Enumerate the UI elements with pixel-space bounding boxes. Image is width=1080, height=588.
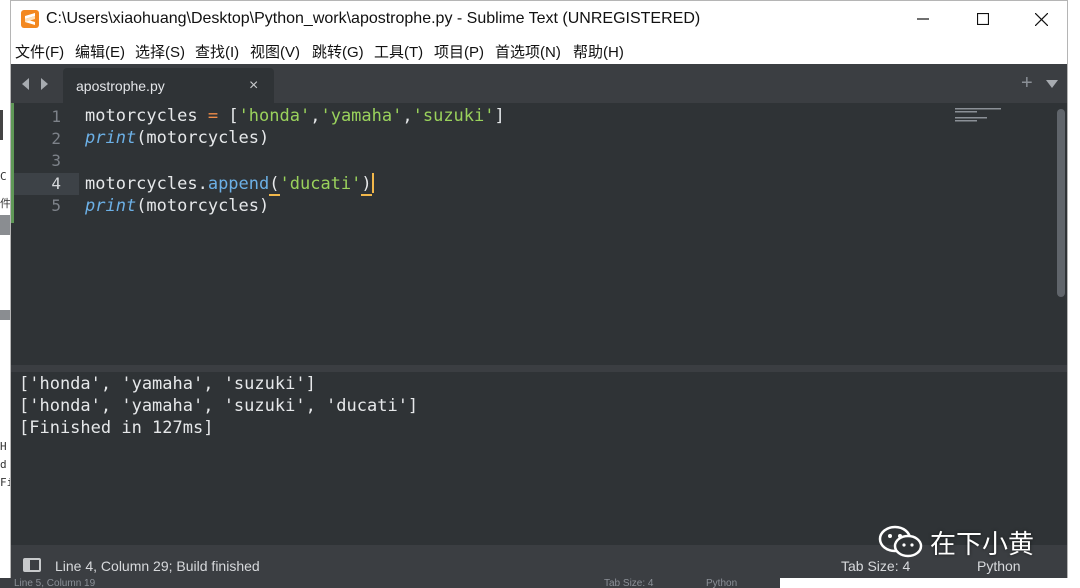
tab-nav-icon [22, 78, 48, 90]
sublime-window: C:\Users\xiaohuang\Desktop\Python_work\a… [10, 0, 1068, 578]
output-line: ['honda', 'yamaha', 'suzuki'] [19, 374, 316, 394]
code-token: print [85, 128, 137, 148]
code-token: 'yamaha' [320, 106, 403, 126]
code-token: motorcycles [85, 106, 208, 126]
menu-view[interactable]: 视图(V) [250, 41, 300, 62]
tab-bar: apostrophe.py × + [11, 64, 1067, 103]
code-line-1: motorcycles = ['honda','yamaha','suzuki'… [85, 106, 505, 126]
menu-help[interactable]: 帮助(H) [573, 41, 624, 62]
code-token: 'ducati' [279, 174, 362, 194]
code-token: motorcycles. [85, 174, 208, 194]
close-icon [1034, 12, 1048, 26]
panel-divider[interactable] [11, 365, 1067, 372]
background-status-tabsize: Tab Size: 4 [604, 578, 654, 588]
tab-close-icon[interactable]: × [249, 77, 258, 95]
tab-label: apostrophe.py [76, 78, 165, 94]
watermark-text: 在下小黄 [930, 530, 1035, 560]
code-token: print [85, 196, 137, 216]
line-number: 3 [51, 151, 61, 170]
line-number-active: 4 [51, 174, 61, 193]
show-panel-icon[interactable] [23, 558, 41, 572]
menu-preferences[interactable]: 首选项(N) [495, 41, 561, 62]
code-line-4: motorcycles.append('ducati') [85, 173, 374, 196]
window-title: C:\Users\xiaohuang\Desktop\Python_work\a… [46, 10, 701, 27]
editor-scrollbar[interactable] [1057, 109, 1065, 297]
tab-nav-arrows[interactable] [19, 76, 55, 92]
title-bar[interactable]: C:\Users\xiaohuang\Desktop\Python_work\a… [11, 1, 1067, 37]
status-position: Line 4, Column 29; Build finished [55, 558, 260, 574]
menu-find[interactable]: 查找(I) [195, 41, 239, 62]
background-status-position: Line 5, Column 19 [14, 578, 96, 588]
code-token: ] [494, 106, 505, 126]
minimap[interactable] [955, 107, 1015, 127]
background-status-syntax: Python [706, 578, 738, 588]
status-tab-size[interactable]: Tab Size: 4 [841, 558, 910, 574]
code-token: , [310, 106, 321, 126]
close-button[interactable] [1013, 1, 1069, 37]
menu-file[interactable]: 文件(F) [15, 41, 64, 62]
code-token: 'honda' [238, 106, 311, 126]
code-line-2: print(motorcycles) [85, 128, 269, 148]
text-cursor [371, 173, 374, 193]
tab-apostrophe[interactable]: apostrophe.py × [63, 68, 274, 103]
sublime-text-icon [21, 10, 39, 28]
tab-menu-chevron-icon[interactable] [1046, 76, 1058, 94]
menu-selection[interactable]: 选择(S) [135, 41, 185, 62]
code-line-5: print(motorcycles) [85, 196, 269, 216]
line-number: 2 [51, 129, 61, 148]
code-token: append [207, 174, 270, 194]
line-number: 1 [51, 107, 61, 126]
code-token: , [402, 106, 413, 126]
background-statusbar: Line 5, Column 19 Tab Size: 4 Python [0, 578, 780, 588]
code-token: [ [218, 106, 239, 126]
menu-project[interactable]: 项目(P) [434, 41, 484, 62]
code-token: = [207, 106, 219, 126]
watermark: 在下小黄 [878, 520, 1048, 560]
minimize-button[interactable] [895, 1, 951, 37]
maximize-button[interactable] [955, 1, 1011, 37]
menu-goto[interactable]: 跳转(G) [312, 41, 364, 62]
code-token: ( [269, 174, 280, 196]
output-line: [Finished in 127ms] [19, 418, 214, 438]
menu-edit[interactable]: 编辑(E) [75, 41, 125, 62]
background-window-right [1068, 60, 1080, 588]
menu-bar: 文件(F) 编辑(E) 选择(S) 查找(I) 视图(V) 跳转(G) 工具(T… [11, 37, 1067, 63]
code-editor[interactable]: 1 2 3 4 5 motorcycles = ['honda','yamaha… [11, 103, 1067, 365]
output-line: ['honda', 'yamaha', 'suzuki', 'ducati'] [19, 396, 419, 416]
maximize-icon [977, 13, 989, 25]
wechat-icon [878, 525, 923, 558]
minimize-icon [917, 18, 929, 20]
menu-tools[interactable]: 工具(T) [374, 41, 423, 62]
new-tab-plus-icon[interactable]: + [1021, 72, 1033, 95]
code-token: 'suzuki' [412, 106, 495, 126]
code-token: (motorcycles) [136, 128, 270, 148]
code-token: ) [361, 174, 372, 196]
line-number: 5 [51, 196, 61, 215]
code-token: (motorcycles) [136, 196, 270, 216]
gutter-modified-marker [11, 103, 14, 223]
